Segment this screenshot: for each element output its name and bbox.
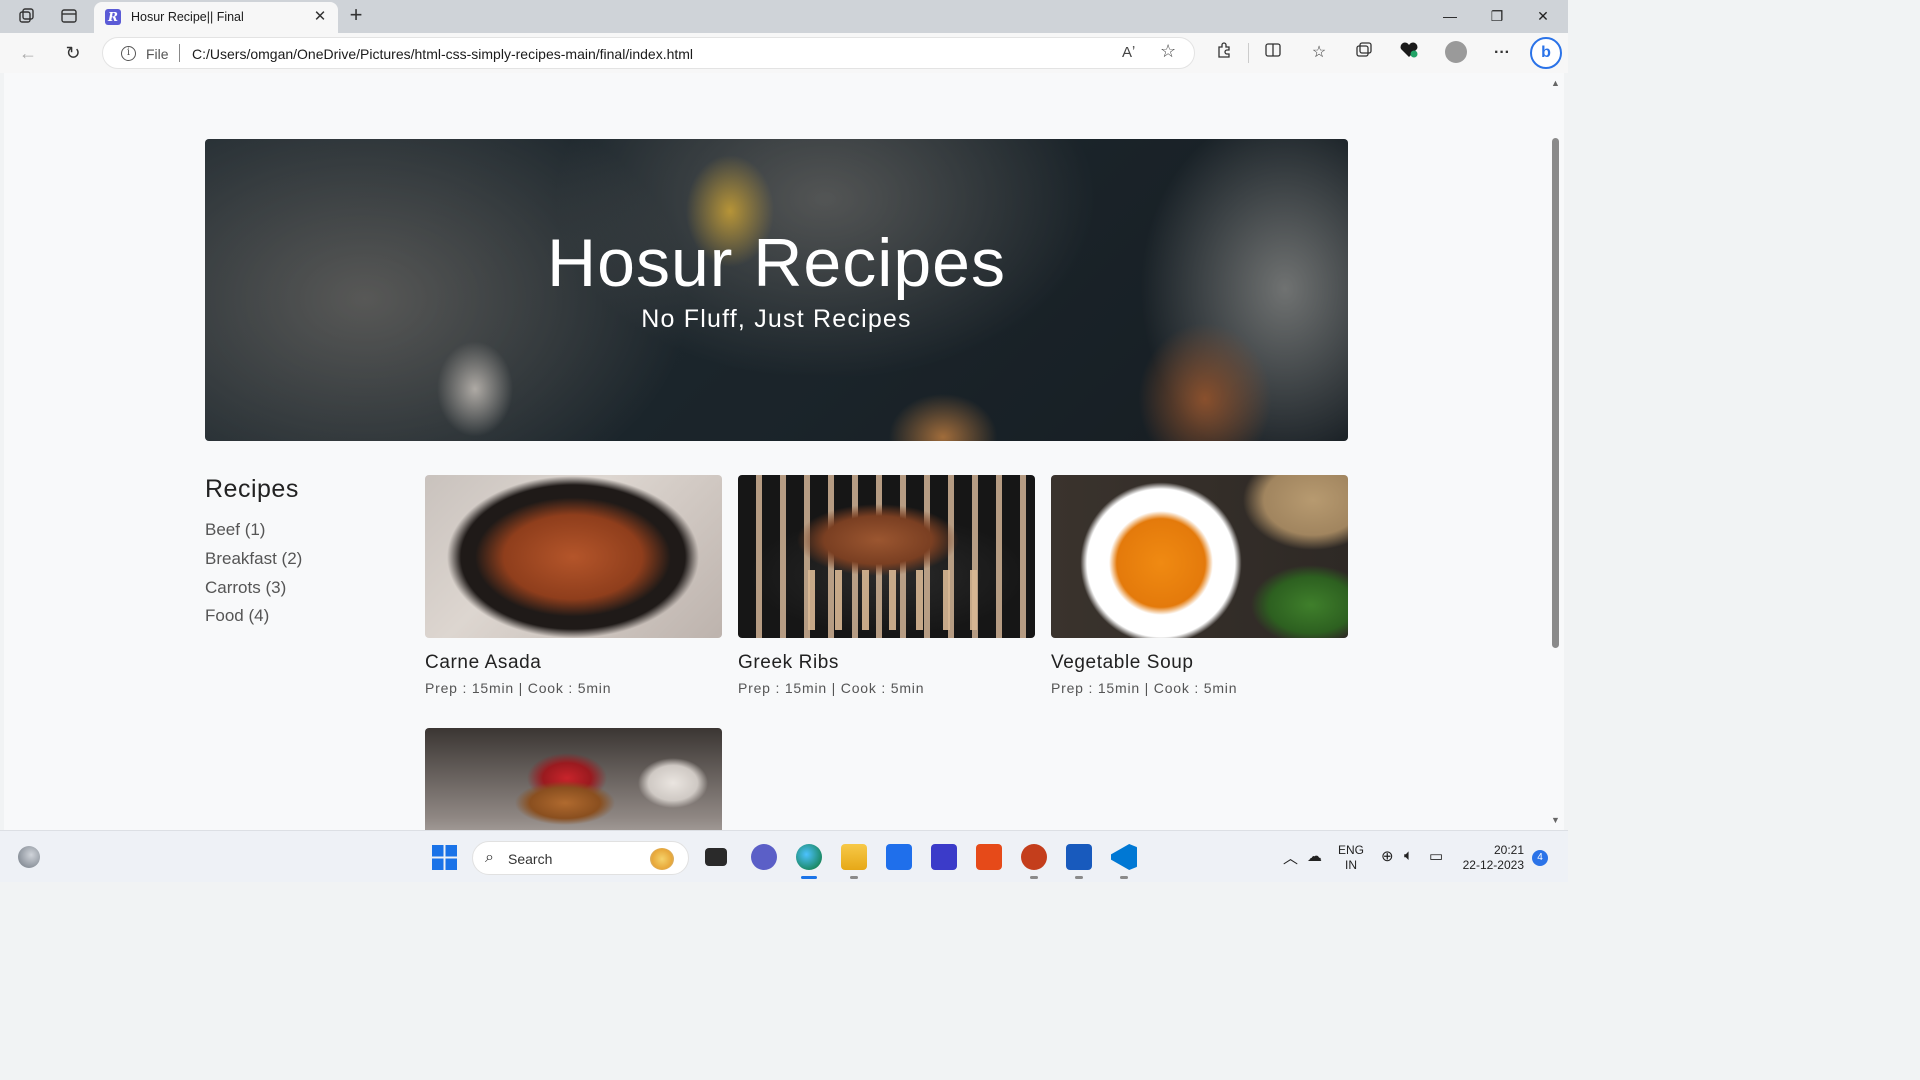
running-indicator xyxy=(1120,876,1128,879)
search-placeholder: Search xyxy=(508,851,553,867)
clock-date: 22-12-2023 xyxy=(1462,858,1524,872)
page-viewport: Hosur Recipes No Fluff, Just Recipes Rec… xyxy=(4,73,1548,830)
search-highlight-icon xyxy=(650,848,674,870)
language-region: IN xyxy=(1345,858,1357,872)
tab-title: Hosur Recipe|| Final xyxy=(131,10,244,24)
battery-icon[interactable]: ▭ xyxy=(1429,847,1443,865)
recipe-image[interactable] xyxy=(738,475,1035,638)
taskbar-search[interactable]: ⌕ Search xyxy=(472,841,689,875)
math-app-icon[interactable] xyxy=(931,844,957,870)
read-aloud-icon[interactable]: Aʼ xyxy=(1122,44,1135,61)
running-indicator xyxy=(1030,876,1038,879)
recipe-image[interactable] xyxy=(425,728,722,830)
network-globe-icon[interactable]: ⊕ xyxy=(1381,847,1394,865)
running-indicator xyxy=(850,876,858,879)
recipe-card[interactable]: Carne Asada Prep : 15min | Cook : 5min xyxy=(425,475,722,705)
recipe-image[interactable] xyxy=(1051,475,1348,638)
workspaces-icon[interactable] xyxy=(15,5,39,27)
address-divider xyxy=(179,44,180,62)
taskbar-clock[interactable]: 20:21 22-12-2023 xyxy=(1462,843,1524,873)
ribs-bones-decoration xyxy=(788,570,988,630)
recipe-name[interactable]: Greek Ribs xyxy=(738,652,839,674)
notification-badge[interactable]: 4 xyxy=(1532,850,1548,866)
more-options-icon[interactable]: ··· xyxy=(1490,41,1514,65)
extensions-icon[interactable] xyxy=(1212,41,1236,65)
tag-link-breakfast[interactable]: Breakfast (2) xyxy=(205,549,302,569)
tag-link-beef[interactable]: Beef (1) xyxy=(205,520,265,540)
recipe-image[interactable] xyxy=(425,475,722,638)
recipe-card[interactable] xyxy=(425,728,722,830)
search-icon: ⌕ xyxy=(485,849,494,866)
tab-strip: R Hosur Recipe|| Final ✕ + — ❐ ✕ xyxy=(0,0,1568,33)
sidebar-title: Recipes xyxy=(205,475,299,503)
site-info-icon[interactable]: i xyxy=(121,46,136,61)
recipe-meta: Prep : 15min | Cook : 5min xyxy=(1051,680,1238,696)
recipe-meta: Prep : 15min | Cook : 5min xyxy=(738,680,925,696)
active-app-indicator xyxy=(801,876,817,879)
teams-chat-icon[interactable] xyxy=(751,844,777,870)
hero-banner: Hosur Recipes No Fluff, Just Recipes xyxy=(205,139,1348,441)
browser-toolbar: ← ↻ i File C:/Users/omgan/OneDrive/Pictu… xyxy=(0,33,1568,73)
back-arrow-icon[interactable]: ← xyxy=(14,40,42,66)
address-bar[interactable]: i File C:/Users/omgan/OneDrive/Pictures/… xyxy=(102,37,1195,69)
recipe-name[interactable]: Carne Asada xyxy=(425,652,541,674)
split-screen-icon[interactable] xyxy=(1261,41,1285,65)
hero-title: Hosur Recipes xyxy=(547,225,1006,301)
edge-browser-icon[interactable] xyxy=(796,844,822,870)
show-hidden-icons-icon[interactable]: ︿ xyxy=(1283,847,1298,868)
vscode-icon[interactable] xyxy=(1111,844,1137,870)
word-icon[interactable] xyxy=(1066,844,1092,870)
browser-essentials-icon[interactable] xyxy=(1397,41,1421,65)
refresh-icon[interactable]: ↻ xyxy=(59,40,87,66)
page-scrollbar[interactable]: ▲ ▼ xyxy=(1548,73,1564,830)
running-indicator xyxy=(1075,876,1083,879)
minimize-button[interactable]: — xyxy=(1427,0,1473,33)
copilot-icon[interactable]: b xyxy=(1530,37,1562,69)
volume-icon[interactable]: 🔈︎ xyxy=(1404,847,1413,864)
taskbar: ⌕ Search ︿ ☁ ENG IN ⊕ 🔈︎ ▭ 20:21 22-12-2… xyxy=(0,830,1568,882)
tag-link-food[interactable]: Food (4) xyxy=(205,606,269,626)
clock-time: 20:21 xyxy=(1493,843,1524,857)
scheme-label: File xyxy=(146,46,169,62)
onedrive-offline-icon[interactable]: ☁ xyxy=(1307,847,1322,865)
office-icon[interactable] xyxy=(976,844,1002,870)
collections-icon[interactable] xyxy=(1352,41,1376,65)
hero-subtitle: No Fluff, Just Recipes xyxy=(641,305,912,333)
task-view-icon[interactable] xyxy=(705,848,727,866)
tag-link-carrots[interactable]: Carrots (3) xyxy=(205,578,286,598)
close-window-button[interactable]: ✕ xyxy=(1520,0,1566,33)
recipe-meta: Prep : 15min | Cook : 5min xyxy=(425,680,612,696)
recipe-card[interactable]: Vegetable Soup Prep : 15min | Cook : 5mi… xyxy=(1051,475,1348,705)
favorites-icon[interactable]: ☆ xyxy=(1307,41,1331,65)
widgets-icon[interactable] xyxy=(18,846,40,868)
store-icon[interactable] xyxy=(886,844,912,870)
toolbar-divider xyxy=(1248,43,1249,63)
recipe-name[interactable]: Vegetable Soup xyxy=(1051,652,1194,674)
scroll-down-arrow-icon[interactable]: ▼ xyxy=(1551,815,1560,825)
restore-button[interactable]: ❐ xyxy=(1474,0,1520,33)
recipe-card[interactable]: Greek Ribs Prep : 15min | Cook : 5min xyxy=(738,475,1035,705)
powerpoint-icon[interactable] xyxy=(1021,844,1047,870)
scroll-thumb[interactable] xyxy=(1552,138,1559,648)
language-code: ENG xyxy=(1338,843,1365,857)
new-tab-button[interactable]: + xyxy=(344,4,368,28)
active-tab[interactable]: R Hosur Recipe|| Final ✕ xyxy=(94,2,338,33)
profile-avatar[interactable] xyxy=(1445,41,1467,63)
close-tab-icon[interactable]: ✕ xyxy=(310,7,330,27)
favorite-star-icon[interactable]: ☆ xyxy=(1160,41,1176,62)
file-explorer-icon[interactable] xyxy=(841,844,867,870)
scroll-up-arrow-icon[interactable]: ▲ xyxy=(1551,78,1560,88)
start-windows-icon[interactable] xyxy=(432,845,457,870)
tab-actions-icon[interactable] xyxy=(57,5,81,27)
language-indicator[interactable]: ENG IN xyxy=(1338,843,1364,873)
url-text[interactable]: C:/Users/omgan/OneDrive/Pictures/html-cs… xyxy=(192,46,693,62)
site-favicon-icon: R xyxy=(105,9,121,25)
